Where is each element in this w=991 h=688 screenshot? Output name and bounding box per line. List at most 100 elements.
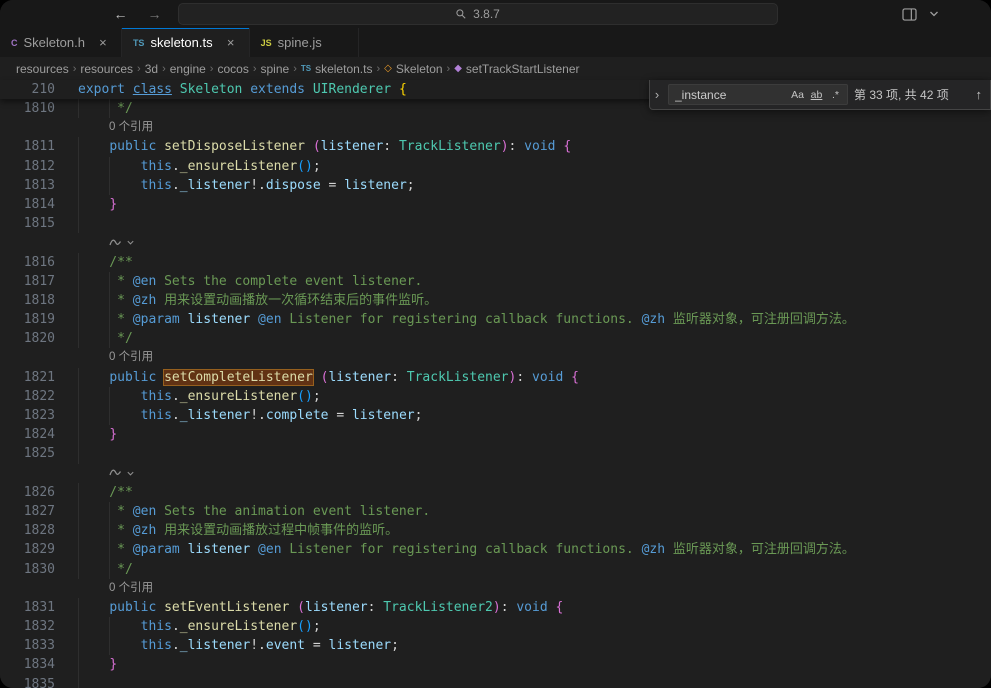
inline-action-icon[interactable] — [109, 467, 123, 479]
line-number[interactable]: 1825 — [0, 444, 68, 463]
close-tab-icon[interactable]: × — [96, 35, 110, 50]
code-row: 1833 this._listener!.event = listener; — [0, 636, 991, 656]
chevron-down-icon[interactable] — [126, 469, 135, 478]
code-line[interactable]: this._listener!.complete = listener; — [68, 406, 991, 426]
line-number[interactable]: 1819 — [0, 310, 68, 329]
breadcrumb-item-resources[interactable]: resources — [80, 62, 133, 76]
code-token: ) — [305, 158, 313, 174]
code-rows[interactable]: 1810 */ 0 个引用 1811 public setDisposeListen… — [0, 99, 991, 688]
code-line[interactable] — [68, 214, 991, 234]
code-token: } — [109, 427, 118, 443]
command-center-search[interactable]: 3.8.7 — [177, 3, 778, 25]
line-number[interactable]: 1835 — [0, 675, 68, 688]
line-number[interactable]: 1815 — [0, 214, 68, 233]
code-row: 1817 * @en Sets the complete event liste… — [0, 271, 991, 291]
line-number[interactable]: 1832 — [0, 617, 68, 636]
layout-dropdown-button[interactable] — [929, 10, 939, 18]
code-line[interactable]: */ — [68, 329, 991, 349]
line-number[interactable]: 1817 — [0, 272, 68, 291]
inline-action[interactable] — [68, 233, 991, 252]
line-number[interactable]: 1831 — [0, 598, 68, 617]
regex-button[interactable]: .* — [826, 86, 845, 103]
line-number[interactable]: 1814 — [0, 195, 68, 214]
line-number[interactable]: 1822 — [0, 387, 68, 406]
code-line[interactable]: * @zh 用来设置动画播放一次循环结束后的事件监听。 — [68, 290, 991, 311]
find-input[interactable]: _instance Aa ab .* — [668, 84, 848, 105]
line-number[interactable]: 1829 — [0, 540, 68, 559]
line-number[interactable]: 1826 — [0, 483, 68, 502]
title-bar-navigation: ← → — [0, 7, 178, 21]
line-number[interactable]: 1812 — [0, 157, 68, 176]
code-token: . — [171, 388, 180, 404]
code-line[interactable]: * @param listener @en Listener for regis… — [68, 310, 991, 330]
line-number[interactable]: 1834 — [0, 655, 68, 674]
codelens-row: 0 个引用 — [0, 579, 991, 598]
breadcrumb-item-3d[interactable]: 3d — [145, 62, 158, 76]
code-row: 1822 this._ensureListener(); — [0, 386, 991, 406]
match-case-button[interactable]: Aa — [788, 86, 807, 103]
codelens-references-link[interactable]: 0 个引用 — [109, 121, 153, 133]
code-line[interactable]: this._listener!.event = listener; — [68, 636, 991, 656]
close-tab-icon[interactable]: × — [224, 35, 238, 50]
code-line[interactable]: } — [68, 655, 991, 675]
code-line[interactable]: public setDisposeListener (listener: Tra… — [68, 137, 991, 157]
code-line[interactable]: /** — [68, 482, 991, 502]
code-line[interactable]: public setCompleteListener (listener: Tr… — [68, 367, 991, 387]
code-line[interactable]: } — [68, 425, 991, 445]
codelens-references-link[interactable]: 0 个引用 — [109, 351, 153, 363]
line-number[interactable]: 1811 — [0, 137, 68, 156]
line-number[interactable]: 1824 — [0, 425, 68, 444]
symbol-method-icon: ◆ — [454, 63, 462, 74]
line-number[interactable]: 1816 — [0, 253, 68, 272]
line-number[interactable]: 1820 — [0, 329, 68, 348]
line-number[interactable]: 1827 — [0, 502, 68, 521]
codelens-references-link[interactable]: 0 个引用 — [109, 582, 153, 594]
code-line[interactable]: } — [68, 194, 991, 215]
breadcrumb-item-spine[interactable]: spine — [261, 62, 290, 76]
breadcrumb-item-setTrackStartListener[interactable]: ◆ setTrackStartListener — [454, 62, 579, 76]
tab-spine.js[interactable]: JS spine.js — [249, 28, 359, 57]
previous-match-button[interactable]: ↑ — [976, 87, 985, 102]
breadcrumb-item-skeleton.ts[interactable]: TS skeleton.ts — [301, 62, 373, 76]
whole-word-button[interactable]: ab — [807, 86, 826, 103]
chevron-down-icon[interactable] — [126, 238, 135, 247]
code-line[interactable]: /** — [68, 252, 991, 272]
code-row: 1811 public setDisposeListener (listener… — [0, 137, 991, 157]
code-line[interactable] — [68, 444, 991, 464]
line-number[interactable]: 1813 — [0, 176, 68, 195]
code-token: _ensureListener — [179, 619, 298, 635]
code-line[interactable]: * @en Sets the animation event listener. — [68, 501, 991, 522]
code-line[interactable]: * @zh 用来设置动画播放过程中帧事件的监听。 — [68, 521, 991, 541]
breadcrumb-item-cocos[interactable]: cocos — [217, 62, 248, 76]
code-line[interactable]: public setEventListener (listener: Track… — [68, 597, 991, 618]
line-number[interactable]: 1830 — [0, 560, 68, 579]
code-line[interactable]: this._ensureListener(); — [68, 386, 991, 406]
line-number[interactable]: 1823 — [0, 406, 68, 425]
tab-skeleton.ts[interactable]: TS skeleton.ts × — [121, 28, 250, 57]
breadcrumb-item-Skeleton[interactable]: ◇ Skeleton — [384, 62, 442, 76]
line-number[interactable]: 1821 — [0, 368, 68, 387]
history-back-button[interactable]: ← — [114, 7, 128, 21]
breadcrumb-item-engine[interactable]: engine — [170, 62, 206, 76]
code-line[interactable]: */ — [68, 559, 991, 579]
tab-Skeleton.h[interactable]: C Skeleton.h × — [0, 28, 122, 57]
code-line[interactable]: * @en Sets the complete event listener. — [68, 271, 991, 291]
toggle-replace-chevron[interactable]: › — [652, 87, 662, 102]
code-line[interactable] — [68, 674, 991, 688]
customize-layout-button[interactable] — [902, 7, 917, 21]
code-line[interactable]: this._ensureListener(); — [68, 617, 991, 637]
code-line[interactable]: this._ensureListener(); — [68, 156, 991, 176]
inline-action-icon[interactable] — [109, 237, 123, 249]
line-number[interactable]: 1810 — [0, 99, 68, 118]
code-line[interactable]: * @param listener @en Listener for regis… — [68, 540, 991, 560]
line-number[interactable]: 1828 — [0, 521, 68, 540]
breadcrumb-item-resources[interactable]: resources — [16, 62, 69, 76]
line-number[interactable]: 1833 — [0, 636, 68, 655]
code-row: 1823 this._listener!.complete = listener… — [0, 406, 991, 426]
line-number[interactable]: 1818 — [0, 291, 68, 310]
inline-action[interactable] — [68, 464, 991, 483]
code-line[interactable]: this._listener!.dispose = listener; — [68, 175, 991, 195]
code-token: * — [78, 312, 133, 328]
history-forward-button[interactable]: → — [148, 7, 162, 21]
